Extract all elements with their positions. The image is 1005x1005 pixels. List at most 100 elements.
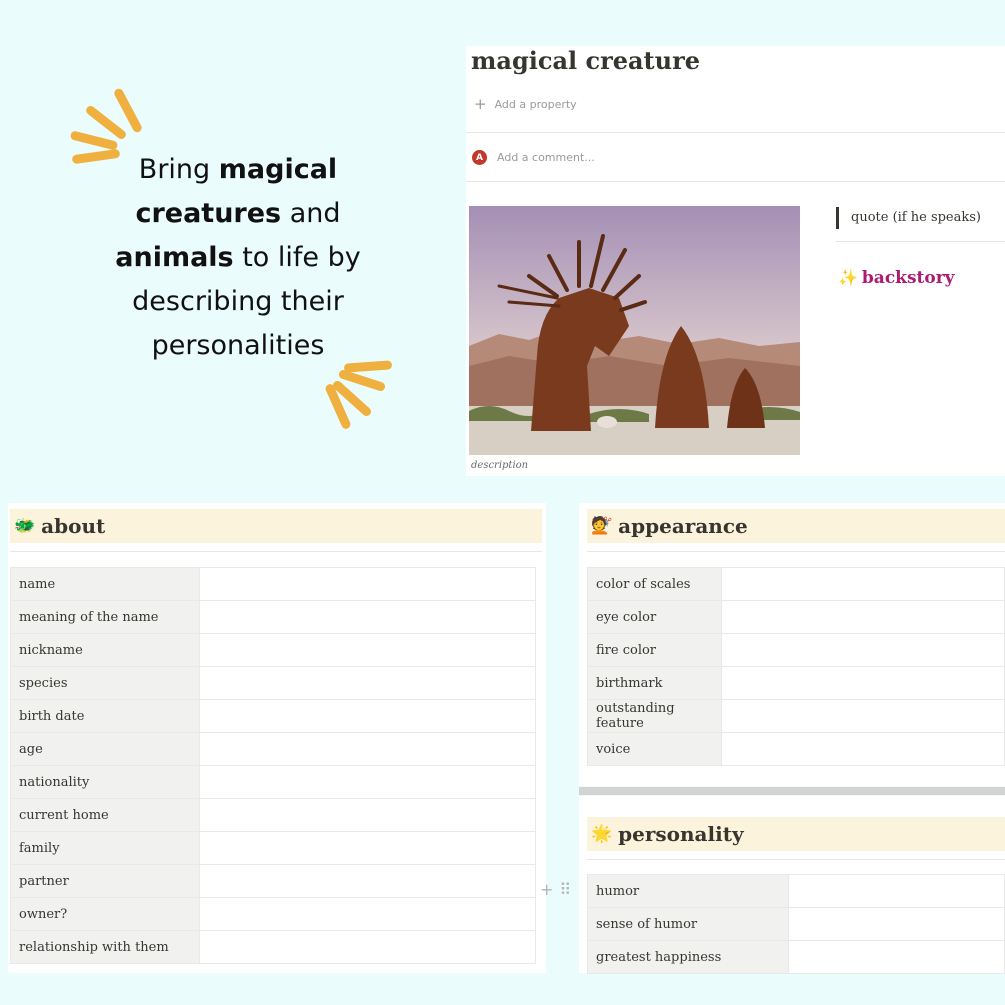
about-header[interactable]: 🐲 about — [10, 509, 542, 543]
property-label[interactable]: eye color — [587, 600, 722, 634]
drag-handle-icon[interactable]: ⠿ — [559, 880, 571, 899]
table-row: voice — [587, 732, 1005, 766]
property-label[interactable]: birthmark — [587, 666, 722, 700]
plus-icon: + — [474, 95, 487, 113]
table-row: nickname — [10, 633, 536, 667]
personality-title: personality — [618, 822, 744, 846]
divider — [836, 241, 1005, 242]
block-handles: + ⠿ — [540, 880, 571, 899]
property-value[interactable] — [199, 831, 536, 865]
table-row: family — [10, 831, 536, 865]
property-label[interactable]: sense of humor — [587, 907, 789, 941]
table-row: current home — [10, 798, 536, 832]
table-row: owner? — [10, 897, 536, 931]
property-label[interactable]: age — [10, 732, 200, 766]
dragon-icon: 🐲 — [14, 516, 36, 536]
table-row: humor — [587, 874, 1005, 908]
table-row: species — [10, 666, 536, 700]
property-label[interactable]: greatest happiness — [587, 940, 789, 974]
woman-icon: 💇 — [591, 516, 613, 536]
table-row: greatest happiness — [587, 940, 1005, 974]
property-label[interactable]: meaning of the name — [10, 600, 200, 634]
property-label[interactable]: partner — [10, 864, 200, 898]
property-value[interactable] — [199, 798, 536, 832]
property-value[interactable] — [788, 874, 1005, 908]
table-row: fire color — [587, 633, 1005, 667]
appearance-table: color of scales eye color fire color birthm… — [587, 567, 1005, 766]
property-label[interactable]: relationship with them — [10, 930, 200, 964]
page-header-panel: magical creature + Add a property A Add … — [466, 46, 1005, 476]
avatar: A — [472, 150, 487, 165]
backstory-heading[interactable]: ✨ backstory — [838, 268, 955, 288]
add-property-label: Add a property — [494, 98, 577, 111]
image-caption[interactable]: description — [471, 460, 528, 471]
table-row: name — [10, 567, 536, 601]
quote-block[interactable]: quote (if he speaks) — [836, 207, 981, 229]
property-value[interactable] — [721, 699, 1005, 733]
property-value[interactable] — [788, 940, 1005, 974]
table-row: outstanding feature — [587, 699, 1005, 733]
dragon-sculpture-illustration — [469, 206, 800, 455]
property-value[interactable] — [199, 633, 536, 667]
appearance-header[interactable]: 💇 appearance — [587, 509, 1005, 543]
property-value[interactable] — [721, 600, 1005, 634]
property-label[interactable]: color of scales — [587, 567, 722, 601]
property-label[interactable]: nationality — [10, 765, 200, 799]
table-row: sense of humor — [587, 907, 1005, 941]
property-label[interactable]: species — [10, 666, 200, 700]
shooting-star-icon: 🌟 — [591, 824, 613, 844]
property-label[interactable]: nickname — [10, 633, 200, 667]
personality-header[interactable]: 🌟 personality — [587, 817, 1005, 851]
divider — [466, 132, 1005, 133]
divider — [587, 859, 1005, 860]
property-label[interactable]: family — [10, 831, 200, 865]
appearance-title: appearance — [618, 514, 748, 538]
table-row: meaning of the name — [10, 600, 536, 634]
property-label[interactable]: fire color — [587, 633, 722, 667]
property-value[interactable] — [199, 864, 536, 898]
personality-table: humor sense of humor greatest happiness — [587, 874, 1005, 974]
table-row: birth date — [10, 699, 536, 733]
promo-text: Bring magical creatures and animals to l… — [115, 154, 361, 361]
add-block-icon[interactable]: + — [540, 880, 553, 899]
property-value[interactable] — [199, 699, 536, 733]
sparkles-icon: ✨ — [838, 268, 858, 287]
property-value[interactable] — [721, 633, 1005, 667]
divider — [466, 181, 1005, 182]
property-value[interactable] — [199, 567, 536, 601]
property-value[interactable] — [199, 765, 536, 799]
property-label[interactable]: owner? — [10, 897, 200, 931]
divider — [10, 551, 542, 552]
about-table: name meaning of the name nickname species bi… — [10, 567, 536, 964]
property-label[interactable]: outstanding feature — [587, 699, 722, 733]
table-row: color of scales — [587, 567, 1005, 601]
table-row: age — [10, 732, 536, 766]
property-label[interactable]: voice — [587, 732, 722, 766]
table-row: partner — [10, 864, 536, 898]
property-label[interactable]: name — [10, 567, 200, 601]
property-label[interactable]: birth date — [10, 699, 200, 733]
property-value[interactable] — [788, 907, 1005, 941]
about-title: about — [41, 514, 106, 538]
property-label[interactable]: current home — [10, 798, 200, 832]
add-property-button[interactable]: + Add a property — [474, 95, 577, 113]
property-value[interactable] — [199, 732, 536, 766]
property-value[interactable] — [721, 666, 1005, 700]
property-value[interactable] — [199, 897, 536, 931]
property-value[interactable] — [721, 567, 1005, 601]
table-row: relationship with them — [10, 930, 536, 964]
property-value[interactable] — [199, 930, 536, 964]
add-comment-placeholder: Add a comment... — [497, 151, 595, 164]
table-row: birthmark — [587, 666, 1005, 700]
add-comment-field[interactable]: A Add a comment... — [472, 150, 595, 165]
property-value[interactable] — [199, 666, 536, 700]
property-value[interactable] — [199, 600, 536, 634]
table-row: nationality — [10, 765, 536, 799]
dragon-sculpture-image[interactable] — [469, 206, 800, 455]
divider — [587, 551, 1005, 552]
property-value[interactable] — [721, 732, 1005, 766]
table-row: eye color — [587, 600, 1005, 634]
page-title[interactable]: magical creature — [471, 46, 700, 75]
decorative-rays-bottom — [320, 352, 400, 432]
property-label[interactable]: humor — [587, 874, 789, 908]
